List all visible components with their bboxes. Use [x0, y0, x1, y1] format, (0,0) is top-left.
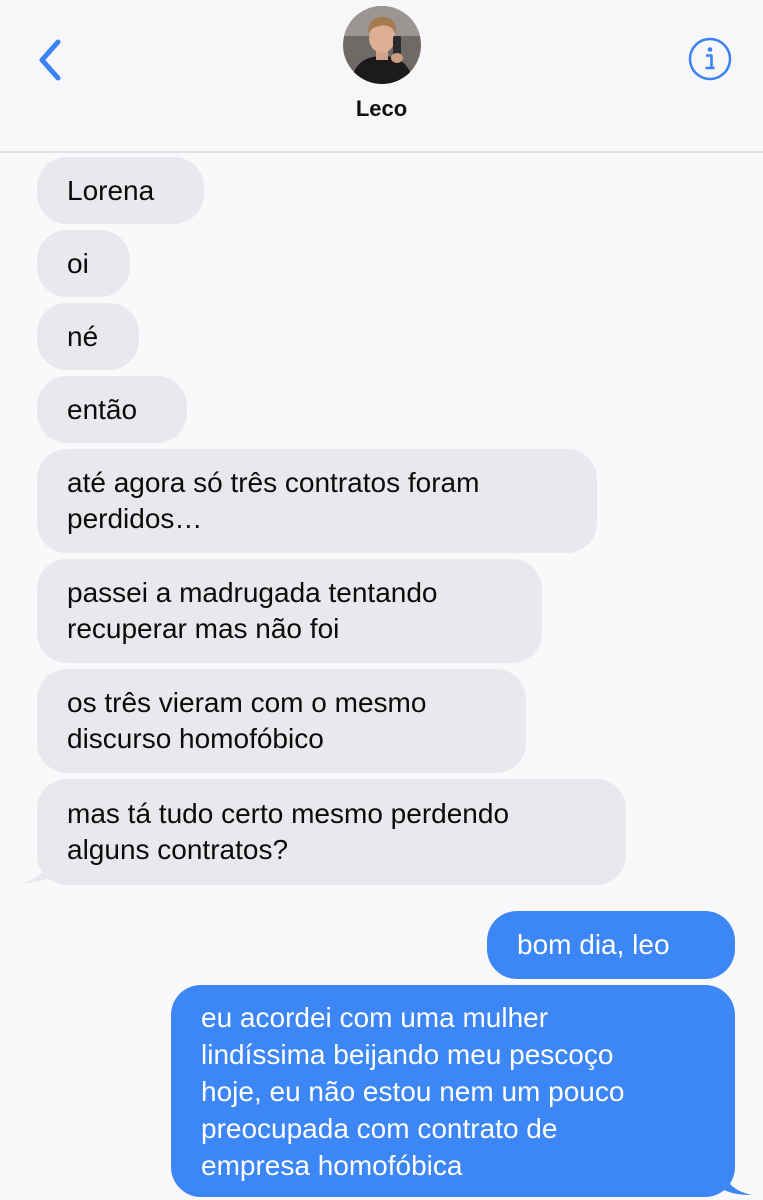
message-bubble[interactable]: bom dia, leo — [487, 911, 735, 979]
message-text: passei a madrugada tentando recuperar ma… — [67, 577, 438, 644]
message-bubble[interactable]: então — [37, 376, 187, 443]
info-icon — [688, 37, 732, 81]
message-text: então — [67, 393, 138, 425]
message-bubble[interactable]: mas tá tudo certo mesmo perdendo alguns … — [37, 779, 626, 885]
message-text: Lorena — [67, 174, 155, 206]
contact-name[interactable]: Leco — [0, 96, 763, 122]
message-text: bom dia, leo — [517, 929, 670, 960]
message-text: os três vieram com o mesmo discurso homo… — [67, 687, 427, 754]
message-text: oi — [67, 247, 89, 279]
message-bubble[interactable]: né — [37, 303, 139, 370]
message-text: eu acordei com uma mulher lindíssima bei… — [201, 1001, 625, 1181]
message-text: mas tá tudo certo mesmo perdendo alguns … — [67, 798, 510, 865]
message-bubble[interactable]: passei a madrugada tentando recuperar ma… — [37, 559, 542, 663]
avatar-photo — [343, 6, 421, 84]
info-button[interactable] — [687, 36, 733, 82]
message-text: né — [67, 320, 99, 352]
message-text: até agora só três contratos foram perdid… — [67, 467, 480, 534]
message-bubble[interactable]: eu acordei com uma mulher lindíssima bei… — [171, 985, 735, 1197]
message-bubble[interactable]: os três vieram com o mesmo discurso homo… — [37, 669, 526, 773]
back-button[interactable] — [30, 36, 70, 84]
message-bubble[interactable]: Lorena — [37, 157, 204, 224]
message-bubble[interactable]: até agora só três contratos foram perdid… — [37, 449, 597, 553]
chevron-left-icon — [39, 39, 61, 81]
conversation-header: Leco — [0, 0, 763, 153]
contact-avatar[interactable] — [343, 6, 421, 84]
message-bubble[interactable]: oi — [37, 230, 130, 297]
